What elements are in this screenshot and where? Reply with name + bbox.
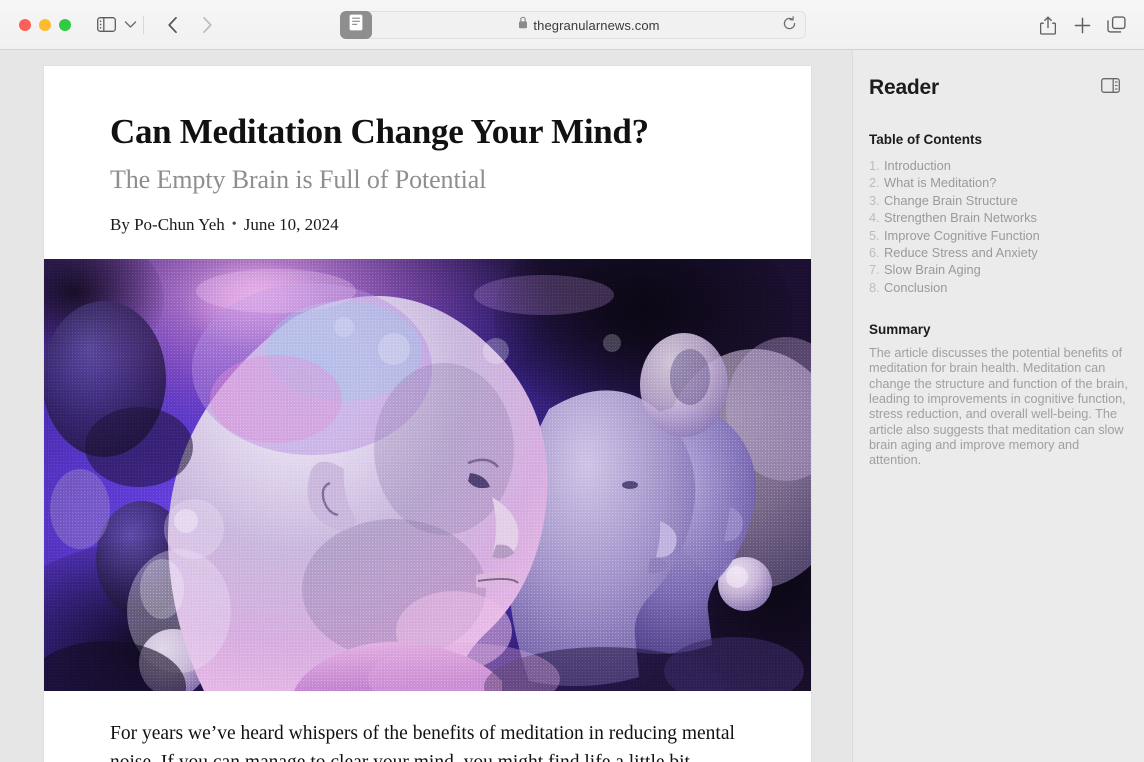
hero-image [44,259,811,692]
toc-item-label: Slow Brain Aging [884,262,981,278]
article-card: Can Meditation Change Your Mind? The Emp… [44,66,811,762]
article-header: Can Meditation Change Your Mind? The Emp… [44,66,811,235]
sidebar-toggle-button[interactable] [92,11,120,39]
toc-item-number: 5. [869,227,880,243]
toc-heading: Table of Contents [869,132,982,147]
safari-window: thegranularnews.com Can Meditation Chang… [0,0,1144,762]
article-byline: By Po-Chun Yeh • June 10, 2024 [110,215,745,235]
toc-item[interactable]: 7. Slow Brain Aging [869,261,1122,278]
toc-item[interactable]: 8. Conclusion [869,279,1122,296]
toc-item-label: What is Meditation? [884,175,997,191]
hero-illustration [44,259,811,692]
byline-date: June 10, 2024 [243,215,339,235]
share-icon [1040,16,1056,35]
forward-button[interactable] [193,11,221,39]
toc-item-label: Strengthen Brain Networks [884,210,1037,226]
tab-overview-button[interactable] [1102,11,1130,39]
reader-document-icon [349,14,363,36]
new-tab-button[interactable] [1068,11,1096,39]
toc-item-number: 1. [869,158,880,174]
sidebar-icon [96,17,116,32]
share-button[interactable] [1034,11,1062,39]
table-of-contents-list: 1. Introduction 2. What is Meditation? 3. C… [867,157,1122,296]
article-subtitle: The Empty Brain is Full of Potential [110,165,487,195]
url-display: thegranularnews.com [518,16,659,34]
page-title: Can Meditation Change Your Mind? [110,112,649,151]
tab-options-button[interactable] [120,11,140,39]
right-sidebar-icon [1100,78,1120,98]
toc-item-number: 4. [869,210,880,226]
toc-item-label: Introduction [884,158,951,174]
summary-text: The article discusses the potential bene… [869,346,1128,468]
toc-item-number: 6. [869,245,880,261]
maximize-window-button[interactable] [59,18,71,31]
toc-item[interactable]: 6. Reduce Stress and Anxiety [869,244,1122,261]
plus-icon [1074,17,1091,34]
right-sidebar-toggle-button[interactable] [1098,77,1122,99]
address-bar[interactable]: thegranularnews.com [356,11,806,39]
reader-sidebar-title: Reader [869,76,940,99]
reload-icon [782,16,797,36]
address-bar-group: thegranularnews.com [340,11,806,39]
tab-overview-icon [1106,16,1126,34]
reader-sidebar-header: Reader [867,76,1122,100]
chevron-right-icon [201,16,213,34]
toc-item[interactable]: 5. Improve Cognitive Function [869,227,1122,244]
byline-separator: • [231,217,237,233]
toc-item-number: 3. [869,192,880,208]
toc-item-label: Conclusion [884,279,948,295]
chevron-left-icon [167,16,179,34]
body-paragraph: For years we’ve heard whispers of the be… [110,723,735,762]
toc-item-number: 7. [869,262,880,278]
browser-toolbar: thegranularnews.com [0,0,1144,50]
toc-item[interactable]: 3. Change Brain Structure [869,192,1122,209]
toc-item-label: Reduce Stress and Anxiety [884,245,1038,261]
window-controls [19,18,71,31]
article-body: For years we’ve heard whispers of the be… [44,691,811,762]
reader-mode-button[interactable] [340,11,372,39]
toc-item[interactable]: 2. What is Meditation? [869,174,1122,191]
toc-item-label: Change Brain Structure [884,192,1018,208]
byline-author: By Po-Chun Yeh [110,215,225,235]
chevron-down-icon [124,20,137,29]
toc-item[interactable]: 4. Strengthen Brain Networks [869,209,1122,226]
summary-heading: Summary [869,322,931,338]
toolbar-divider [143,15,144,34]
reload-button[interactable] [779,16,799,36]
web-content-area[interactable]: Can Meditation Change Your Mind? The Emp… [0,50,852,762]
minimize-window-button[interactable] [39,18,51,31]
reader-sidebar: Reader Table of Contents 1. Introduction … [852,50,1144,762]
toc-item-number: 2. [869,175,880,191]
toc-item-number: 8. [869,279,880,295]
url-text: thegranularnews.com [533,17,660,33]
lock-icon [518,16,528,34]
back-button[interactable] [159,11,187,39]
toc-item-label: Improve Cognitive Function [884,227,1040,243]
close-window-button[interactable] [19,18,31,31]
toolbar-right-group [1034,11,1130,39]
toc-item[interactable]: 1. Introduction [869,157,1122,174]
